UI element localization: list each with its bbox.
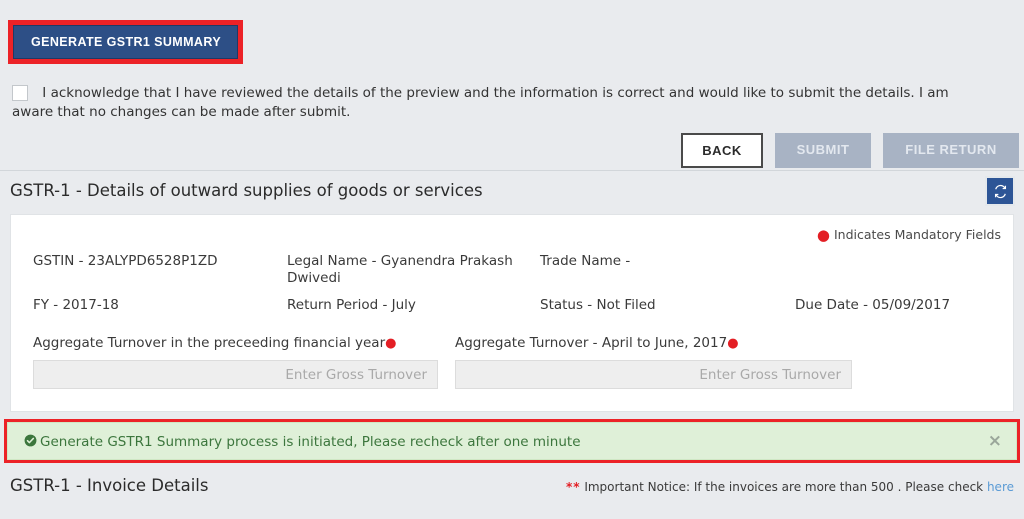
invoice-details-bar: GSTR-1 - Invoice Details ** Important No… [0, 472, 1024, 506]
file-return-button[interactable]: FILE RETURN [883, 133, 1019, 168]
submit-button[interactable]: SUBMIT [775, 133, 871, 168]
status-value: Status - Not Filed [540, 297, 656, 314]
current-turnover-input[interactable] [455, 360, 852, 389]
previous-turnover-input[interactable] [33, 360, 438, 389]
refresh-button[interactable] [985, 176, 1015, 206]
form-action-buttons: BACK SUBMIT FILE RETURN [681, 133, 1019, 168]
current-turnover-group: Aggregate Turnover - April to June, 2017… [455, 335, 852, 389]
current-turnover-label: Aggregate Turnover - April to June, 2017… [455, 335, 852, 351]
back-button[interactable]: BACK [681, 133, 763, 168]
refresh-icon [993, 184, 1008, 199]
top-toolbar-area: GENERATE GSTR1 SUMMARY I acknowledge tha… [0, 0, 1024, 170]
acknowledgement-row: I acknowledge that I have reviewed the d… [12, 84, 984, 122]
important-notice-text: Important Notice: If the invoices are mo… [584, 480, 983, 494]
check-circle-icon [24, 434, 37, 451]
financial-year-value: FY - 2017-18 [33, 297, 119, 314]
previous-turnover-label: Aggregate Turnover in the preceeding fin… [33, 335, 438, 351]
mandatory-fields-note: ● Indicates Mandatory Fields [817, 227, 1001, 242]
generate-summary-highlight: GENERATE GSTR1 SUMMARY [8, 20, 243, 64]
previous-turnover-label-text: Aggregate Turnover in the preceeding fin… [33, 335, 385, 351]
return-info-grid: GSTIN - 23ALYPD6528P1ZD Legal Name - Gya… [23, 253, 1001, 323]
page-title: GSTR-1 - Details of outward supplies of … [10, 181, 483, 200]
success-alert-message: Generate GSTR1 Summary process is initia… [40, 434, 581, 450]
important-notice: ** Important Notice: If the invoices are… [566, 480, 1014, 494]
previous-turnover-group: Aggregate Turnover in the preceeding fin… [33, 335, 438, 389]
notice-asterisks-icon: ** [566, 480, 581, 494]
close-icon[interactable]: × [988, 432, 1002, 450]
notice-here-link[interactable]: here [987, 480, 1014, 494]
red-dot-icon: ● [817, 226, 830, 244]
generate-gstr1-summary-button[interactable]: GENERATE GSTR1 SUMMARY [13, 25, 238, 59]
return-details-card: ● Indicates Mandatory Fields GSTIN - 23A… [10, 214, 1014, 412]
required-asterisk-icon: ● [727, 336, 738, 351]
required-asterisk-icon: ● [385, 336, 396, 351]
success-alert: Generate GSTR1 Summary process is initia… [7, 422, 1017, 460]
current-turnover-label-text: Aggregate Turnover - April to June, 2017 [455, 335, 727, 351]
acknowledge-checkbox[interactable] [12, 85, 28, 101]
invoice-details-title: GSTR-1 - Invoice Details [10, 476, 208, 495]
mandatory-note-label: Indicates Mandatory Fields [834, 227, 1001, 242]
due-date-value: Due Date - 05/09/2017 [795, 297, 950, 314]
legal-name-value: Legal Name - Gyanendra Prakash Dwivedi [287, 253, 517, 287]
success-alert-highlight: Generate GSTR1 Summary process is initia… [4, 419, 1020, 463]
trade-name-value: Trade Name - [540, 253, 630, 270]
section-header: GSTR-1 - Details of outward supplies of … [0, 170, 1024, 214]
acknowledge-label: I acknowledge that I have reviewed the d… [12, 85, 949, 120]
return-period-value: Return Period - July [287, 297, 416, 314]
gstin-value: GSTIN - 23ALYPD6528P1ZD [33, 253, 217, 270]
